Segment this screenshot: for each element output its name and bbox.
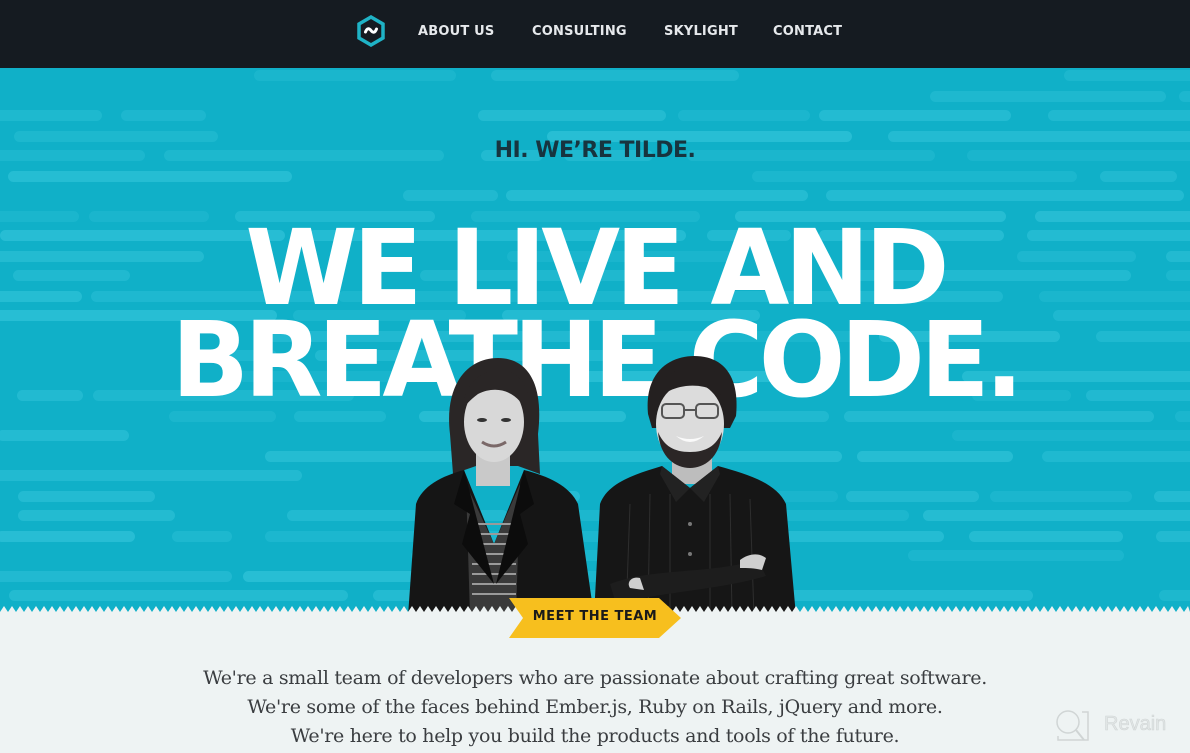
background-stripe [678,110,810,121]
intro-text: We're a small team of developers who are… [0,664,1190,751]
background-stripe [1063,70,1190,81]
nav-about-us[interactable]: ABOUT US [418,24,495,39]
background-stripe [907,550,1124,561]
background-stripe [0,430,129,441]
background-stripe [951,430,1190,441]
background-stripe [826,190,1185,201]
revain-watermark-text: Revain [1104,713,1167,736]
team-member-photo-woman [398,354,598,616]
background-stripe [0,531,136,542]
background-stripe [1175,411,1190,422]
hero-tagline: HI. WE’RE TILDE. [494,138,696,163]
nav-skylight[interactable]: SKYLIGHT [664,24,738,39]
background-stripe [8,171,292,182]
intro-line: We're a small team of developers who are… [203,667,987,689]
background-stripe [171,531,233,542]
intro-line: We're here to help you build the product… [290,725,900,747]
background-stripe [968,531,1124,542]
tilde-logo-icon[interactable] [356,14,386,48]
background-stripe [1159,590,1190,601]
background-stripe [1179,91,1190,102]
background-stripe [819,110,1012,121]
meet-the-team-button[interactable]: MEET THE TEAM [509,596,681,640]
background-stripe [506,190,809,201]
background-stripe [930,91,1167,102]
background-stripe [490,70,740,81]
background-stripe [922,510,1190,521]
background-stripe [254,70,457,81]
background-stripe [0,110,103,121]
nav-contact[interactable]: CONTACT [773,24,842,39]
background-stripe [1042,451,1190,462]
revain-watermark: Revain [1052,708,1182,744]
background-stripe [17,491,155,502]
background-stripe [477,110,667,121]
background-stripe [120,110,207,121]
top-navigation: ABOUT US CONSULTING SKYLIGHT CONTACT [0,0,1190,68]
revain-logo-icon [1056,710,1089,741]
meet-the-team-label: MEET THE TEAM [532,609,658,624]
background-stripe [1047,110,1190,121]
background-stripe [990,491,1132,502]
background-stripe [8,590,348,601]
background-stripe [1100,171,1177,182]
team-member-photo-man [590,354,800,616]
background-stripe [1156,531,1190,542]
background-stripe [846,491,979,502]
background-stripe [0,571,233,582]
background-stripe [751,171,1078,182]
background-stripe [403,190,499,201]
hero-section: HI. WE’RE TILDE. WE LIVE AND BREATHE COD… [0,68,1190,616]
background-stripe [1154,491,1190,502]
background-stripe [17,510,176,521]
background-stripe [0,470,302,481]
nav-consulting[interactable]: CONSULTING [532,24,627,39]
intro-line: We're some of the faces behind Ember.js,… [247,696,943,718]
background-stripe [856,451,1014,462]
